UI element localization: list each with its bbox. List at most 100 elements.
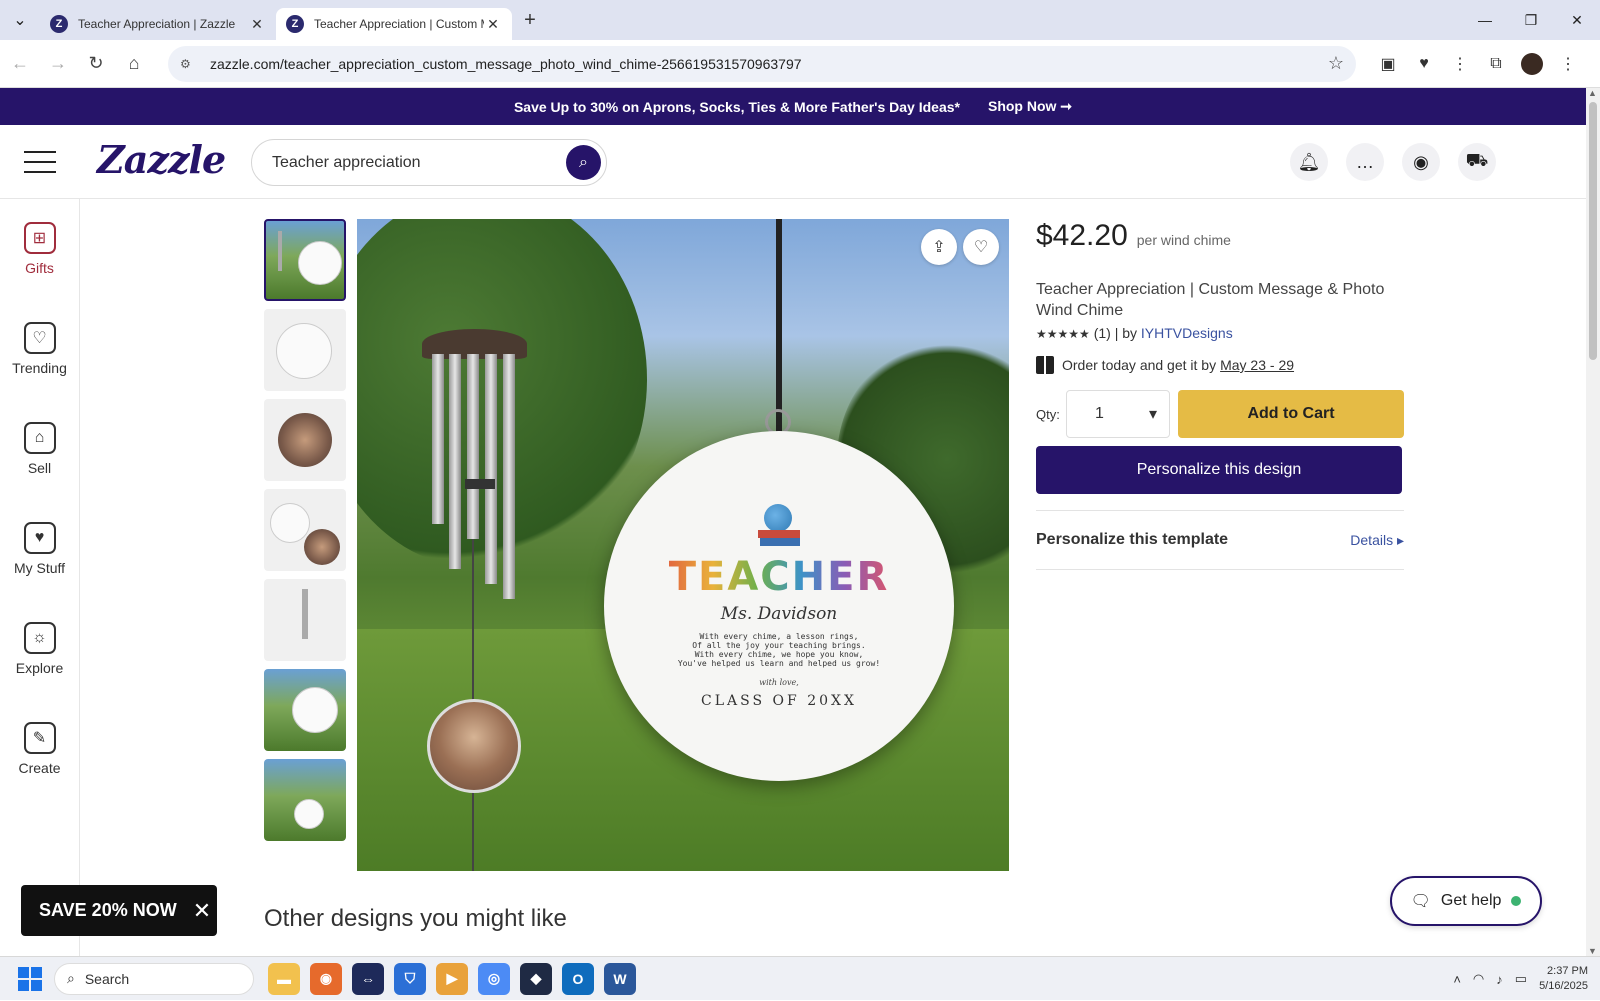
bookmark-star-icon[interactable]: ☆ [1328,53,1344,74]
save-promo-popup[interactable]: SAVE 20% NOW ✕ [21,885,217,936]
wifi-icon[interactable]: ◠ [1473,971,1484,987]
get-help-label: Get help [1440,892,1502,909]
tab-2[interactable]: Z Teacher Appreciation | Custom Me ✕ [276,8,512,40]
chevron-up-icon[interactable]: ˄ [1453,972,1461,987]
messages-chat-icon[interactable]: … [1346,143,1384,181]
scroll-up-icon[interactable]: ▲ [1588,88,1597,98]
search-input[interactable]: Teacher appreciation ⌕ [251,139,607,186]
firefox-icon[interactable]: ◉ [310,962,342,995]
image-extension-icon[interactable]: ▣ [1370,46,1406,82]
share-icon[interactable]: ⇪ [921,229,957,265]
clock[interactable]: 2:37 PM 5/16/2025 [1539,964,1588,994]
zazzle-logo[interactable]: Zazzle [97,137,226,182]
get-help-button[interactable]: 🗨︎ Get help [1390,876,1542,926]
forward-icon[interactable]: → [40,46,76,82]
ornament-signoff: with love, [759,677,799,687]
word-icon[interactable]: W [604,962,636,995]
tab-1[interactable]: Z Teacher Appreciation | Zazzle ✕ [40,8,276,40]
rail-item-gifts[interactable]: ⊞ Gifts [0,199,79,299]
heart-extension-icon[interactable]: ♥ [1406,46,1442,82]
account-user-icon[interactable]: ◉ [1402,143,1440,181]
volume-icon[interactable]: ♪ [1496,972,1503,987]
add-to-cart-button[interactable]: Add to Cart [1178,390,1404,438]
delivery-dates-link[interactable]: May 23 - 29 [1220,357,1294,373]
header-icons: 🔔︎ … ◉ ⛟ [1290,143,1496,181]
rail-label: My Stuff [13,560,66,576]
url-bar[interactable]: ⚙ zazzle.com/teacher_appreciation_custom… [168,45,1356,82]
rail-item-sell[interactable]: ⌂ Sell [0,399,79,499]
chat-bubble-icon: 🗨︎ [1410,893,1431,910]
save-promo-text[interactable]: SAVE 20% NOW [39,900,177,921]
thumbnail-7[interactable] [264,759,346,841]
extensions-area: ▣ ♥ ⋮ ⧉ ⋮ [1370,46,1586,82]
qty-value: 1 [1095,405,1104,422]
search-button-icon[interactable]: ⌕ [566,145,601,180]
page-scrollbar[interactable]: ▲ ▼ [1586,88,1600,956]
left-nav-rail: ⊞ Gifts ♡ Trending ⌂ Sell ♥ My Stuff ☼ E… [0,199,80,956]
battery-icon[interactable]: ▭ [1515,971,1527,987]
notifications-bell-icon[interactable]: 🔔︎ [1290,143,1328,181]
home-icon[interactable]: ⌂ [116,46,152,82]
designer-link[interactable]: IYHTVDesigns [1141,325,1233,341]
scroll-down-icon[interactable]: ▼ [1588,946,1597,956]
taskbar-apps: ▬ ◉ ⇔ ⛉ ▶ ◎ ◆ O W [268,962,636,995]
promo-shop-now-link[interactable]: Shop Now ➞ [988,98,1072,115]
cart-icon[interactable]: ⛟ [1458,143,1496,181]
favorite-heart-icon[interactable]: ♡ [963,229,999,265]
rail-item-trending[interactable]: ♡ Trending [0,299,79,399]
menu-hamburger-icon[interactable] [24,151,56,173]
extension-dot-icon[interactable]: ⋮ [1442,46,1478,82]
back-icon[interactable]: ← [2,46,38,82]
minimize-icon[interactable]: — [1462,0,1508,40]
taskbar-search[interactable]: ⌕ Search [54,962,254,995]
app-icon[interactable]: ⇔ [352,962,384,995]
site-header: Zazzle Teacher appreciation ⌕ 🔔︎ … ◉ ⛟ [0,125,1586,199]
browser-menu-icon[interactable]: ⋮ [1550,46,1586,82]
rating-count[interactable]: (1) [1094,325,1111,341]
close-tab-icon[interactable]: ✕ [248,16,266,33]
rail-item-explore[interactable]: ☼ Explore [0,599,79,699]
close-tab-icon[interactable]: ✕ [484,16,502,33]
quantity-row: Qty: 1 ▾ Add to Cart [1036,390,1404,438]
outlook-icon[interactable]: O [562,962,594,995]
search-input-value[interactable]: Teacher appreciation [272,154,421,172]
thumbnail-1[interactable] [264,219,346,301]
rail-item-my-stuff[interactable]: ♥ My Stuff [0,499,79,599]
promo-banner[interactable]: Save Up to 30% on Aprons, Socks, Ties & … [0,88,1586,125]
quantity-select[interactable]: 1 ▾ [1066,390,1170,438]
file-explorer-icon[interactable]: ▬ [268,962,300,995]
media-player-icon[interactable]: ▶ [436,962,468,995]
reload-icon[interactable]: ↻ [78,46,114,82]
close-window-icon[interactable]: ✕ [1554,0,1600,40]
rail-label: Explore [15,660,64,676]
app-icon[interactable]: ◆ [520,962,552,995]
close-icon[interactable]: ✕ [193,898,211,924]
personalize-design-button[interactable]: Personalize this design [1036,446,1402,494]
main-product-image[interactable]: TEACHER Ms. Davidson With every chime, a… [357,219,1009,871]
windows-start-icon[interactable] [18,966,42,991]
thumbnail-3[interactable] [264,399,346,481]
site-info-icon[interactable]: ⚙ [180,57,200,71]
defender-shield-icon[interactable]: ⛉ [394,962,426,995]
details-link[interactable]: Details ▸ [1350,532,1404,549]
chrome-icon[interactable]: ◎ [478,962,510,995]
clock-date: 5/16/2025 [1539,980,1588,992]
tab-2-title: Teacher Appreciation | Custom Me [314,17,484,31]
personalize-template-row[interactable]: Personalize this template Details ▸ [1036,510,1404,570]
windows-taskbar: ⌕ Search ▬ ◉ ⇔ ⛉ ▶ ◎ ◆ O W ˄ ◠ ♪ ▭ 2:37 … [0,956,1600,1000]
thumbnail-4[interactable] [264,489,346,571]
profile-avatar[interactable] [1521,52,1543,75]
tab-search-icon[interactable]: ⌄ [0,0,40,40]
url-text[interactable]: zazzle.com/teacher_appreciation_custom_m… [210,56,1328,72]
restore-icon[interactable]: ❐ [1508,0,1554,40]
new-tab-icon[interactable]: + [512,9,548,32]
store-icon: ⌂ [23,422,56,454]
scrollbar-thumb[interactable] [1589,102,1597,360]
thumbnail-2[interactable] [264,309,346,391]
puzzle-extensions-icon[interactable]: ⧉ [1478,46,1514,82]
by-text: | by [1114,325,1138,341]
thumbnail-5[interactable] [264,579,346,661]
rail-item-create[interactable]: ✎ Create [0,699,79,799]
rating-stars-icon[interactable]: ★★★★★ [1036,327,1090,341]
thumbnail-6[interactable] [264,669,346,751]
